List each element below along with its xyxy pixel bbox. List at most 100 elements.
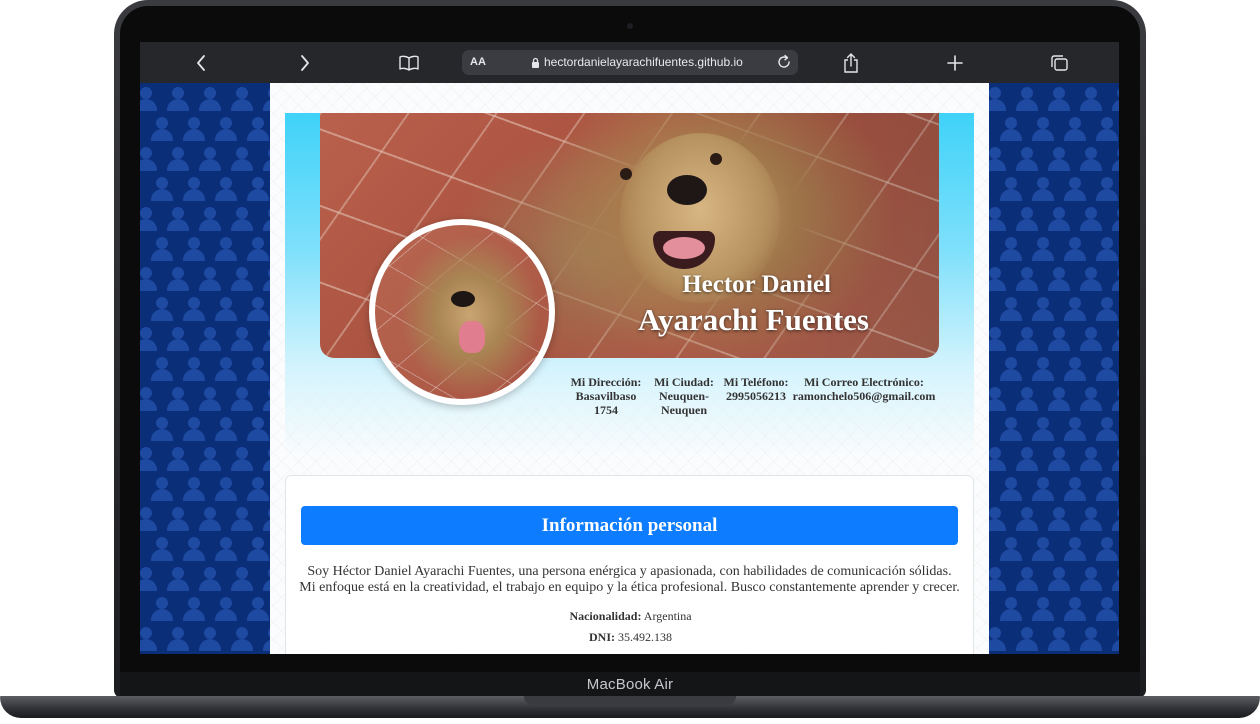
person-icon: [1015, 267, 1039, 291]
contact-email-value[interactable]: ramonchelo506@gmail.com: [787, 389, 941, 403]
person-icon: [1079, 87, 1103, 111]
page-content: Hector Daniel Ayarachi Fuentes Mi Direcc…: [270, 83, 989, 654]
person-icon: [182, 297, 206, 321]
person-icon: [989, 267, 1007, 291]
person-icon: [230, 387, 254, 411]
person-icon: [166, 507, 190, 531]
person-icon: [198, 147, 222, 171]
person-icon: [1111, 87, 1119, 111]
personal-info-heading: Información personal: [301, 506, 958, 545]
person-icon: [150, 237, 174, 261]
person-icon: [1015, 567, 1039, 591]
nationality-label: Nacionalidad:: [569, 609, 642, 623]
person-icon: [230, 567, 254, 591]
contact-city-label: Mi Ciudad:: [654, 375, 714, 389]
person-icon: [140, 267, 158, 291]
person-icon: [182, 117, 206, 141]
forward-button[interactable]: [294, 42, 316, 83]
person-icon: [1111, 387, 1119, 411]
person-icon: [1063, 177, 1087, 201]
person-icon: [166, 567, 190, 591]
person-icon: [182, 597, 206, 621]
contact-address: Mi Dirección: Basavilbaso 1754: [568, 375, 644, 417]
person-icon: [198, 447, 222, 471]
person-icon: [1047, 627, 1071, 651]
person-icon: [214, 237, 238, 261]
camera-icon: [627, 23, 633, 29]
chevron-right-icon: [301, 54, 309, 71]
person-icon: [1047, 567, 1071, 591]
url-text: hectordanielayarachifuentes.github.io: [544, 55, 743, 69]
dni-value: 35.492.138: [618, 630, 672, 644]
person-icon: [182, 237, 206, 261]
person-icon: [198, 207, 222, 231]
profile-first-names: Hector Daniel: [682, 271, 831, 298]
person-icon: [1031, 297, 1055, 321]
text-size-button[interactable]: AA: [470, 56, 486, 68]
background-pattern-left: [140, 83, 270, 654]
person-icon: [150, 117, 174, 141]
person-icon: [989, 207, 1007, 231]
person-icon: [230, 147, 254, 171]
web-page: Hector Daniel Ayarachi Fuentes Mi Direcc…: [140, 83, 1119, 654]
person-icon: [1095, 537, 1119, 561]
person-icon: [246, 357, 270, 381]
person-icon: [1063, 417, 1087, 441]
person-icon: [989, 327, 1007, 351]
tabs-overview-button[interactable]: [1048, 42, 1070, 83]
share-icon: [844, 52, 858, 73]
book-icon: [399, 55, 419, 71]
person-icon: [140, 447, 158, 471]
person-icon: [198, 327, 222, 351]
person-icon: [246, 177, 270, 201]
address-bar[interactable]: AA hectordanielayarachifuentes.github.io: [462, 50, 798, 75]
person-icon: [989, 567, 1007, 591]
person-icon: [140, 207, 158, 231]
person-icon: [1079, 567, 1103, 591]
person-icon: [999, 597, 1023, 621]
contact-email: Mi Correo Electrónico: ramonchelo506@gma…: [787, 375, 941, 403]
tabs-icon: [1051, 54, 1068, 71]
person-icon: [166, 87, 190, 111]
person-icon: [1031, 237, 1055, 261]
background-pattern-right: [989, 83, 1119, 654]
person-icon: [182, 537, 206, 561]
contact-phone-label: Mi Teléfono:: [723, 375, 789, 389]
nationality-value: Argentina: [643, 609, 692, 623]
person-icon: [1095, 477, 1119, 501]
person-icon: [1047, 207, 1071, 231]
person-icon: [150, 537, 174, 561]
person-icon: [140, 147, 158, 171]
person-icon: [198, 507, 222, 531]
person-icon: [1095, 597, 1119, 621]
person-icon: [1015, 207, 1039, 231]
person-icon: [230, 507, 254, 531]
person-icon: [989, 147, 1007, 171]
contact-address-label: Mi Dirección:: [570, 375, 642, 389]
person-icon: [140, 327, 158, 351]
person-icon: [140, 507, 158, 531]
person-icon: [1015, 327, 1039, 351]
person-icon: [1015, 627, 1039, 651]
new-tab-button[interactable]: [944, 42, 966, 83]
person-icon: [1111, 267, 1119, 291]
person-icon: [1111, 327, 1119, 351]
browser-toolbar: AA hectordanielayarachifuentes.github.io: [140, 42, 1119, 83]
person-icon: [1063, 117, 1087, 141]
person-icon: [230, 87, 254, 111]
person-icon: [150, 477, 174, 501]
share-button[interactable]: [840, 42, 862, 83]
person-icon: [230, 627, 254, 651]
contact-phone-value: 2995056213: [726, 389, 786, 403]
person-icon: [999, 537, 1023, 561]
reload-icon[interactable]: [776, 54, 792, 75]
bookmarks-button[interactable]: [397, 42, 421, 83]
person-icon: [1095, 177, 1119, 201]
person-icon: [1095, 417, 1119, 441]
person-icon: [989, 87, 1007, 111]
person-icon: [182, 357, 206, 381]
back-button[interactable]: [190, 42, 212, 83]
person-icon: [214, 297, 238, 321]
person-icon: [230, 267, 254, 291]
person-icon: [166, 147, 190, 171]
